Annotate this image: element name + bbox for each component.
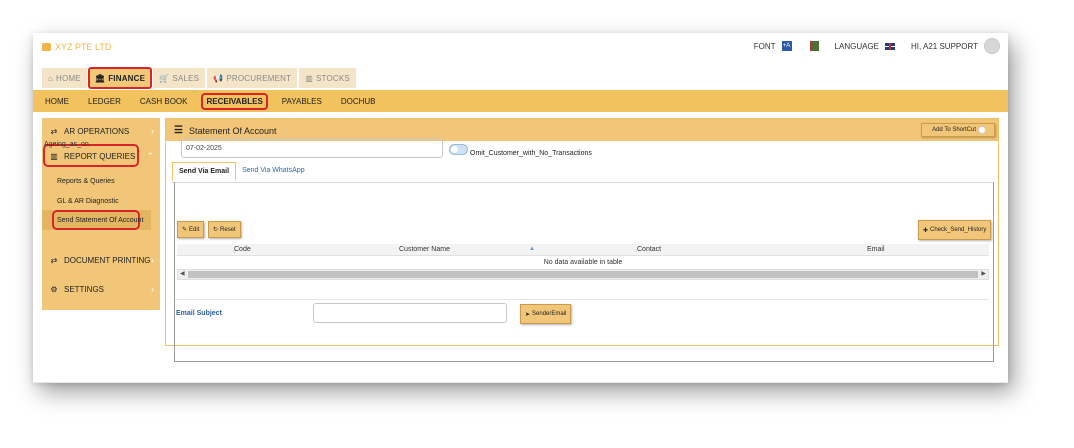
language-label[interactable]: LANGUAGE xyxy=(835,42,879,51)
finance-subnav: HOME LEDGER CASH BOOK RECEIVABLES PAYABL… xyxy=(33,90,1008,112)
omit-customer-toggle[interactable] xyxy=(449,144,468,155)
email-subject-label: Email Subject xyxy=(176,310,222,317)
bar-chart-icon: ▥ xyxy=(50,151,58,161)
brand[interactable]: XYZ PTE LTD xyxy=(42,42,111,52)
customer-table: Code Customer Name ▲ Contact Email No da… xyxy=(177,244,989,280)
top-right-controls: FONT +A LANGUAGE HI, A21 SUPPORT xyxy=(754,38,1000,54)
module-tab-home[interactable]: ⌂ HOME xyxy=(42,68,87,88)
app-window: XYZ PTE LTD FONT +A LANGUAGE HI, A21 SUP… xyxy=(33,33,1008,382)
uk-flag-icon[interactable] xyxy=(885,42,895,50)
column-header-email[interactable]: Email xyxy=(867,246,885,253)
module-tabs: ⌂ HOME 🏛 FINANCE 🛒 SALES 📢 PROCUREMENT ▥… xyxy=(42,67,356,89)
sidebar-item-report-queries[interactable]: ▥ REPORT QUERIES ⌃ xyxy=(42,149,160,163)
sender-email-button[interactable]: ➤ SenderEmail xyxy=(520,304,572,324)
top-bar: XYZ PTE LTD FONT +A LANGUAGE HI, A21 SUP… xyxy=(33,33,1008,63)
module-tab-stocks[interactable]: ▥ STOCKS xyxy=(299,68,356,88)
menu-icon[interactable]: ☰ xyxy=(174,125,183,136)
user-greeting[interactable]: HI, A21 SUPPORT xyxy=(911,42,978,51)
omit-customer-label: Omit_Customer_with_No_Transactions xyxy=(470,150,592,157)
font-size-icon[interactable]: +A xyxy=(781,41,792,51)
check-send-history-button[interactable]: ✚ Check_Send_History xyxy=(918,220,992,240)
sidebar-subitem-send-statement[interactable]: Send Statement Of Account xyxy=(57,217,143,224)
page-title: ☰ Statement Of Account xyxy=(174,125,277,136)
table-horizontal-scrollbar[interactable]: ◀ ▶ xyxy=(177,269,989,280)
subnav-cash-book[interactable]: CASH BOOK xyxy=(137,95,191,108)
column-header-contact[interactable]: Contact xyxy=(637,246,661,253)
ageing-label: Ageing_as_on xyxy=(44,141,89,148)
module-tab-finance[interactable]: 🏛 FINANCE xyxy=(87,67,153,89)
send-icon: ➤ xyxy=(525,311,531,318)
table-empty-row: No data available in table xyxy=(543,259,623,266)
subnav-ledger[interactable]: LEDGER xyxy=(85,95,124,108)
refresh-icon: ↻ xyxy=(213,227,219,233)
sort-asc-icon[interactable]: ▲ xyxy=(529,246,535,252)
table-header: Code Customer Name ▲ Contact Email xyxy=(177,244,989,256)
sidebar-item-ar-operations[interactable]: ⇄ AR OPERATIONS › xyxy=(42,124,160,138)
module-tab-sales[interactable]: 🛒 SALES xyxy=(153,68,206,88)
sidebar-subitem-reports-queries[interactable]: Reports & Queries xyxy=(57,178,115,185)
scroll-left-icon[interactable]: ◀ xyxy=(180,270,185,277)
edit-button[interactable]: ✎ Edit xyxy=(177,221,205,238)
form-separator xyxy=(175,299,989,300)
chevron-right-icon: › xyxy=(151,126,154,136)
gear-icon: ⚙ xyxy=(50,284,58,294)
list-icon: ⇄ xyxy=(50,126,58,136)
sidebar-item-document-printing[interactable]: ⇄ DOCUMENT PRINTING › xyxy=(42,253,160,267)
font-label: FONT xyxy=(753,41,776,51)
tab-send-via-email[interactable]: Send Via Email xyxy=(172,162,237,181)
list-icon: ⇄ xyxy=(50,255,58,265)
column-header-code[interactable]: Code xyxy=(234,246,251,253)
subnav-home[interactable]: HOME xyxy=(42,95,72,108)
edit-icon: ✎ xyxy=(182,227,188,233)
chevron-right-icon: › xyxy=(151,284,154,294)
home-icon: ⌂ xyxy=(48,73,54,83)
book-icon[interactable] xyxy=(809,41,819,51)
chart-icon: ▥ xyxy=(305,73,313,83)
scrollbar-thumb[interactable] xyxy=(188,271,978,278)
company-logo-icon xyxy=(42,43,51,51)
add-to-shortcut-button[interactable]: Add To ShortCut xyxy=(921,123,995,137)
megaphone-icon: 📢 xyxy=(213,73,224,83)
cart-icon: 🛒 xyxy=(159,73,170,83)
brand-name: XYZ PTE LTD xyxy=(55,42,112,52)
reset-button[interactable]: ↻ Reset xyxy=(208,221,241,238)
sidebar-item-settings[interactable]: ⚙ SETTINGS › xyxy=(42,282,160,296)
send-tabs: Send Via Email Send Via WhatsApp xyxy=(172,162,311,181)
email-subject-input[interactable] xyxy=(313,303,507,323)
scroll-right-icon[interactable]: ▶ xyxy=(981,270,986,277)
plus-icon: ✚ xyxy=(923,227,929,234)
tab-send-via-whatsapp[interactable]: Send Via WhatsApp xyxy=(236,162,311,181)
avatar[interactable] xyxy=(984,38,1000,54)
bank-icon: 🏛 xyxy=(94,73,106,83)
info-icon xyxy=(978,126,986,134)
ageing-date-input[interactable]: 07-02-2025 xyxy=(181,138,443,158)
subnav-dochub[interactable]: DOCHUB xyxy=(338,95,379,108)
column-header-customer-name[interactable]: Customer Name xyxy=(399,246,450,253)
subnav-payables[interactable]: PAYABLES xyxy=(279,95,325,108)
sidebar-subitem-gl-ar-diagnostic[interactable]: GL & AR Diagnostic xyxy=(57,198,119,205)
module-tab-procurement[interactable]: 📢 PROCUREMENT xyxy=(207,68,298,88)
frame-edge xyxy=(33,382,1008,383)
chevron-up-icon: ⌃ xyxy=(146,150,154,161)
chevron-right-icon: › xyxy=(151,255,154,265)
subnav-receivables[interactable]: RECEIVABLES xyxy=(201,92,268,110)
